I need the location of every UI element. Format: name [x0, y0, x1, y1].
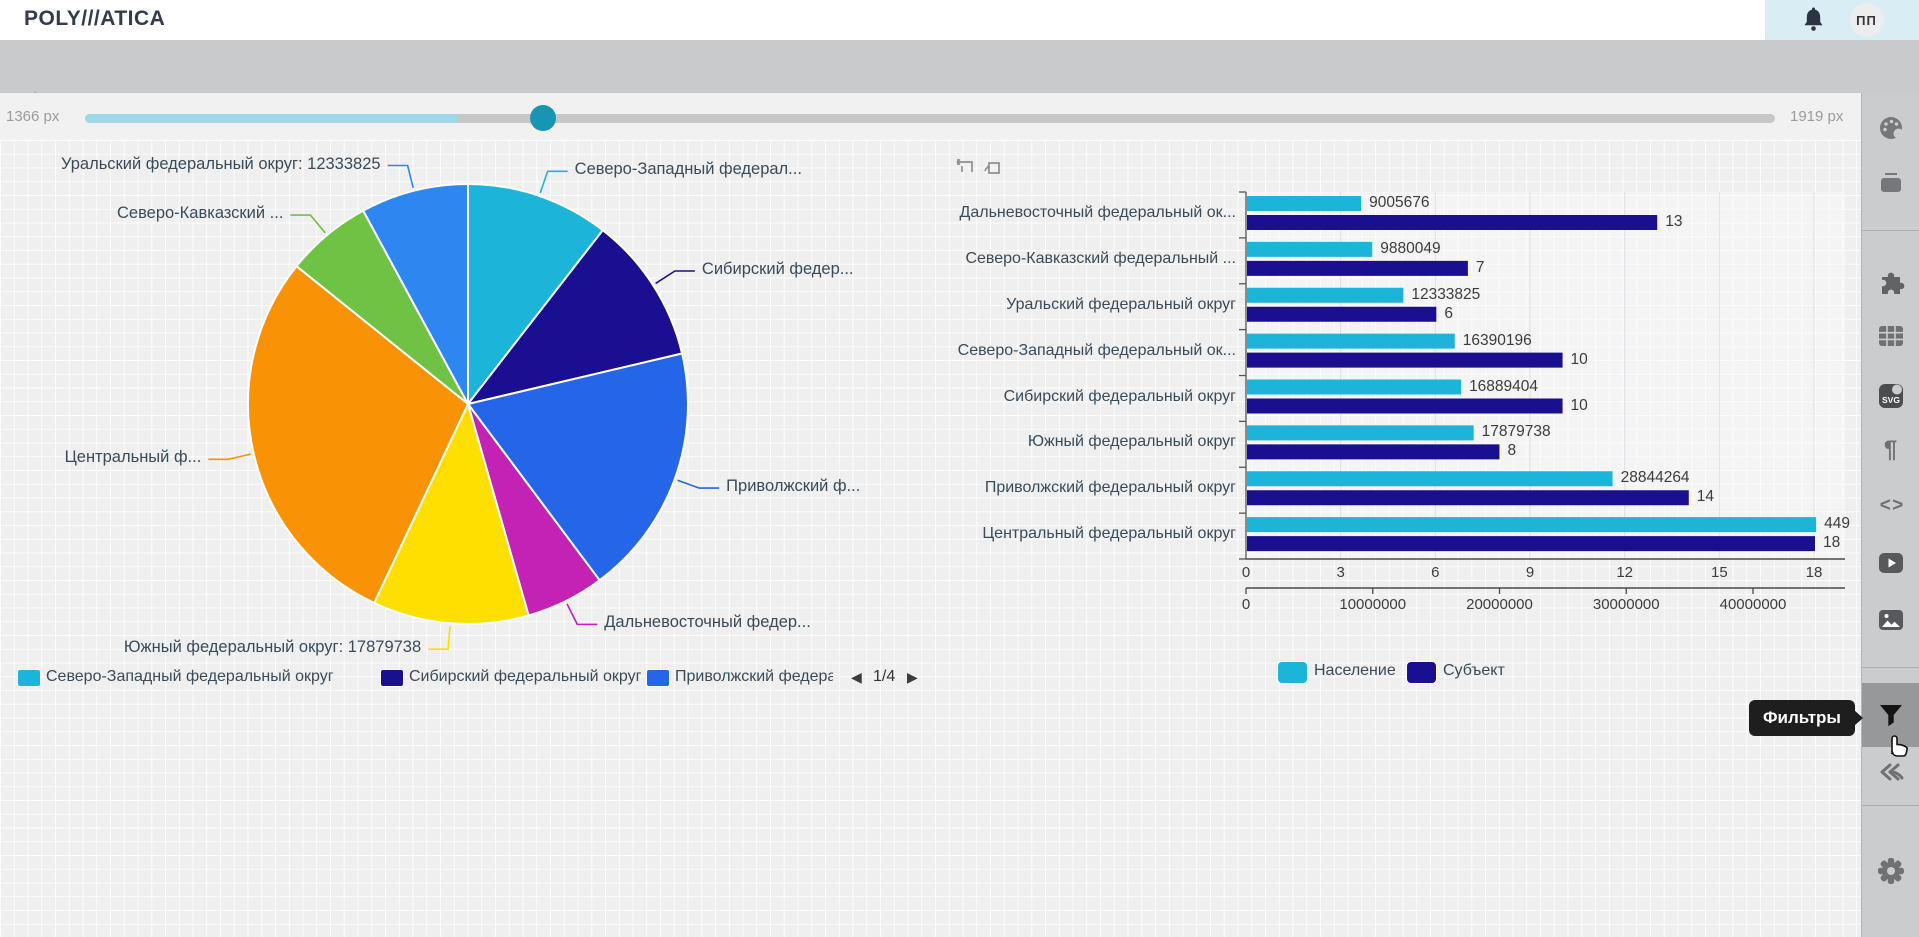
code-embed-icon[interactable]: < >	[1862, 489, 1919, 523]
pie-callout-line	[567, 604, 597, 625]
pie-legend-prev-icon[interactable]: ◀	[851, 669, 862, 686]
svg-widget-icon[interactable]: SVG	[1862, 379, 1919, 413]
notifications-bell-icon[interactable]	[1801, 7, 1826, 34]
bar-legend-label[interactable]: Население	[1314, 662, 1396, 680]
widget-resize-icon[interactable]	[955, 158, 975, 178]
sidebar-divider	[1862, 667, 1919, 668]
text-pilcrow-icon[interactable]: ¶	[1862, 433, 1919, 467]
pie-legend-swatch[interactable]	[17, 669, 41, 687]
canvas-width-slider-row: 1366 px 1919 px	[0, 93, 1919, 140]
widgets-tray-icon[interactable]	[1862, 166, 1919, 200]
bar-population[interactable]	[1247, 242, 1372, 257]
bar-population[interactable]	[1247, 196, 1361, 211]
user-avatar[interactable]: ПП	[1850, 3, 1884, 37]
bar-legend-swatch[interactable]	[1406, 661, 1437, 684]
settings-gear-icon[interactable]	[1862, 854, 1919, 888]
width-slider-fill	[85, 114, 458, 123]
pie-callout-line	[678, 480, 720, 488]
bar-subject[interactable]	[1247, 536, 1815, 551]
slider-current-width-label: 1366 px	[6, 108, 59, 125]
sidebar-divider	[1862, 230, 1919, 231]
bar-population[interactable]	[1247, 288, 1403, 303]
header-right-panel: ПП	[1765, 0, 1919, 40]
pie-legend-swatch[interactable]	[380, 669, 404, 687]
plugins-puzzle-icon[interactable]	[1862, 264, 1919, 298]
bar-subject[interactable]	[1247, 353, 1563, 368]
pie-legend-next-icon[interactable]: ▶	[907, 669, 918, 686]
sidebar-divider	[1862, 805, 1919, 806]
project-toolbar: Первый проект Сетка Сохранить	[0, 40, 1919, 93]
app-logo: POLY///ATICA	[24, 7, 165, 31]
filters-tooltip: Фильтры	[1749, 700, 1855, 736]
width-slider-handle[interactable]	[530, 105, 556, 131]
pie-callout-line	[540, 171, 568, 193]
pie-legend-label[interactable]: Северо-Западный федеральный округ	[46, 668, 391, 686]
table-widget-icon[interactable]	[1862, 319, 1919, 353]
pie-legend-label[interactable]: Приволжский федера	[675, 668, 833, 686]
app-header: POLY///ATICA ПП	[0, 0, 1919, 40]
bar-subject[interactable]	[1247, 261, 1468, 276]
image-widget-icon[interactable]	[1862, 603, 1919, 637]
slider-max-width-label: 1919 px	[1790, 108, 1843, 125]
bar-population[interactable]	[1247, 380, 1461, 395]
tooltip-arrow	[1854, 710, 1863, 726]
pie-callout-line	[290, 215, 325, 233]
pie-callout-line	[388, 166, 414, 188]
pie-callout-line	[208, 454, 250, 459]
bar-subject[interactable]	[1247, 444, 1499, 459]
width-slider-track[interactable]	[85, 114, 1775, 123]
bar-population[interactable]	[1247, 517, 1816, 532]
bar-subject[interactable]	[1247, 215, 1657, 230]
widget-rotate-icon[interactable]	[982, 158, 1002, 178]
bar-legend-swatch[interactable]	[1277, 661, 1308, 684]
bar-population[interactable]	[1247, 471, 1613, 486]
filters-tooltip-label: Фильтры	[1763, 708, 1841, 728]
pie-legend-label[interactable]: Сибирский федеральный округ	[409, 668, 657, 686]
bar-subject[interactable]	[1247, 490, 1689, 505]
style-palette-icon[interactable]	[1862, 111, 1919, 145]
dashboard-canvas: Северо-Западный федерал...Сибирский феде…	[0, 140, 1862, 937]
bar-subject[interactable]	[1247, 399, 1563, 414]
right-toolbar: SVG ¶ < >	[1861, 93, 1919, 937]
pie-legend-swatch[interactable]	[646, 669, 670, 687]
undo-history-icon[interactable]	[1862, 756, 1919, 790]
video-widget-icon[interactable]	[1862, 546, 1919, 580]
bar-population[interactable]	[1247, 425, 1474, 440]
bar-subject[interactable]	[1247, 307, 1436, 322]
svg-text:SVG: SVG	[1882, 395, 1900, 405]
filters-icon[interactable]	[1862, 698, 1919, 732]
bar-legend-label[interactable]: Субъект	[1443, 662, 1505, 680]
app: POLY///ATICA ПП Первый проект	[0, 0, 1919, 937]
pie-callout-line	[428, 626, 450, 649]
pie-callout-line	[656, 271, 695, 283]
bar-population[interactable]	[1247, 334, 1455, 349]
charts-svg	[0, 140, 1862, 937]
